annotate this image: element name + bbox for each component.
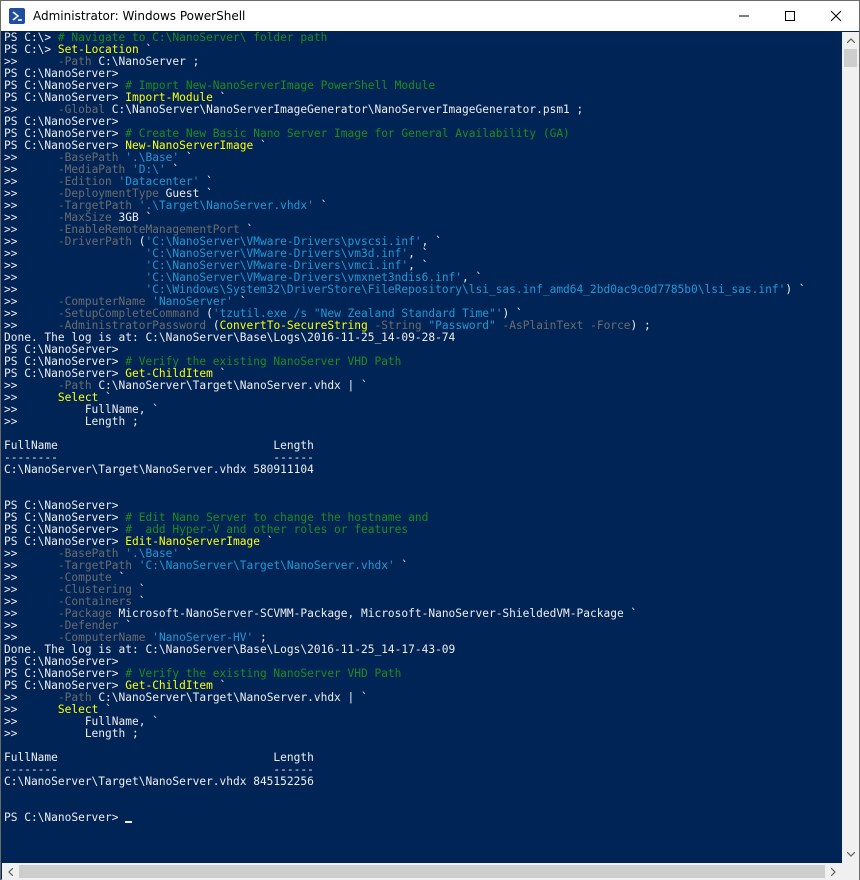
text-cursor [125, 821, 133, 823]
console-line: C:\NanoServer\Target\NanoServer.vhdx 580… [4, 464, 314, 476]
chevron-right-icon [831, 867, 836, 876]
window-title: Administrator: Windows PowerShell [33, 9, 246, 23]
scroll-up-arrow[interactable] [842, 32, 859, 49]
console-text-segment: ) ; [630, 319, 651, 332]
console-text-segment: C:\NanoServer\NanoServerImageGenerator\N… [105, 103, 584, 116]
console-line: C:\NanoServer\Target\NanoServer.vhdx 845… [4, 776, 314, 788]
powershell-icon [9, 8, 25, 24]
console-text-segment: ) ` [785, 283, 806, 296]
console-text-segment: PS C:\NanoServer> [4, 811, 126, 824]
console-text-segment [496, 319, 503, 332]
chevron-left-icon [8, 867, 13, 876]
close-icon [831, 11, 841, 21]
console-text-segment: Microsoft-NanoServer-SCVMM-Package, Micr… [111, 607, 638, 620]
console-line: >> Length ; [4, 416, 139, 428]
console-text-segment: C:\NanoServer\Target\NanoServer.vhdx 580… [4, 463, 314, 476]
powershell-window: Administrator: Windows PowerShell PS C:\… [0, 0, 860, 880]
console-text-segment: ` [259, 535, 274, 548]
scroll-left-arrow[interactable] [2, 863, 19, 880]
close-button[interactable] [813, 1, 859, 31]
console-text-segment: ` [394, 559, 409, 572]
maximize-button[interactable] [767, 1, 813, 31]
console-text-segment: C:\NanoServer\Target\NanoServer.vhdx | ` [91, 691, 368, 704]
horizontal-scrollbar[interactable] [2, 863, 842, 880]
console-text-segment: >> Length ; [4, 727, 139, 740]
console-line: >> Length ; [4, 728, 139, 740]
console-text-segment: C:\NanoServer\Target\NanoServer.vhdx | ` [91, 379, 368, 392]
console-text-segment: '.\Target\NanoServer.vhdx' [138, 199, 314, 212]
minimize-icon [739, 15, 749, 17]
console-line: PS C:\NanoServer> [4, 811, 133, 824]
chevron-up-icon [846, 38, 855, 43]
title-bar[interactable]: Administrator: Windows PowerShell [1, 1, 859, 31]
console-text-segment: 'C:\NanoServer\Target\NanoServer.vhdx' [138, 559, 395, 572]
console-output[interactable]: PS C:\> # Navigate to C:\NanoServer\ fol… [2, 32, 842, 863]
console-text-segment: -AsPlainText [502, 319, 584, 332]
horizontal-scroll-thumb[interactable] [19, 865, 825, 878]
scrollbar-corner [842, 863, 859, 880]
maximize-icon [785, 11, 795, 21]
vertical-scroll-thumb[interactable] [844, 49, 857, 67]
console-text-segment: C:\NanoServer\Target\NanoServer.vhdx 845… [4, 775, 314, 788]
chevron-down-icon [846, 852, 855, 857]
console-text-segment: ` [253, 139, 267, 152]
console-text-segment [132, 559, 139, 572]
minimize-button[interactable] [721, 1, 767, 31]
console-text-segment: >> Length ; [4, 415, 139, 428]
scroll-down-arrow[interactable] [842, 846, 859, 863]
scroll-right-arrow[interactable] [825, 863, 842, 880]
console-text-segment: -Force [590, 319, 631, 332]
console-text-segment: ` [179, 151, 193, 164]
console-text-segment: ` [313, 199, 328, 212]
vertical-scrollbar[interactable] [842, 32, 859, 863]
